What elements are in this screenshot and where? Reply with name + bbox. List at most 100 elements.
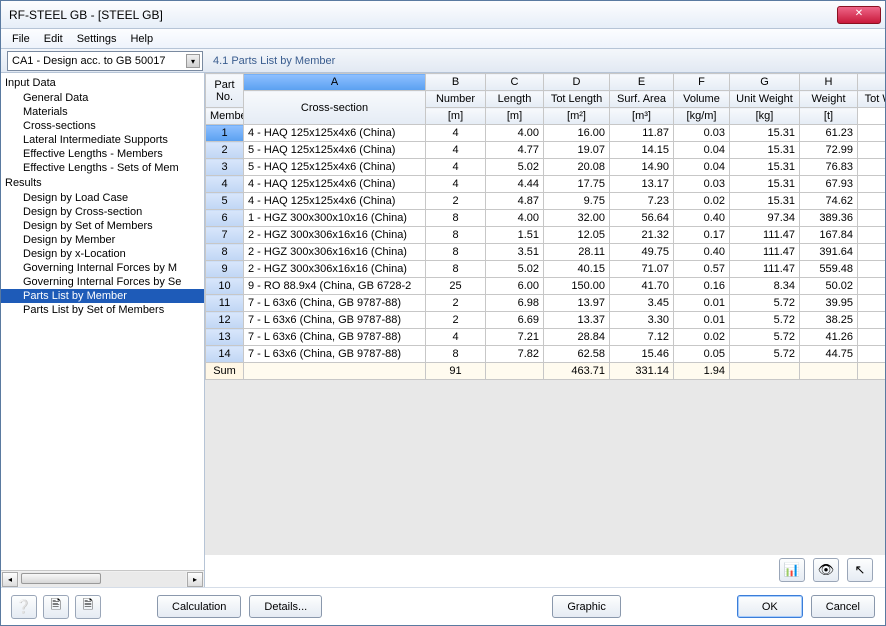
cell-tot[interactable]: 17.75 <box>544 176 610 193</box>
cell-tot[interactable]: 40.15 <box>544 261 610 278</box>
cell-num[interactable]: 8 <box>426 261 486 278</box>
cancel-button[interactable]: Cancel <box>811 595 875 618</box>
table-row[interactable]: 35 - HAQ 125x125x4x6 (China)45.0220.0814… <box>206 159 886 176</box>
help-icon[interactable]: ❔ <box>11 595 37 619</box>
cell-cs[interactable]: 2 - HGZ 300x306x16x16 (China) <box>244 227 426 244</box>
cell-surf[interactable]: 41.70 <box>610 278 674 295</box>
col-G[interactable]: G <box>730 74 800 91</box>
table-row[interactable]: 44 - HAQ 125x125x4x6 (China)44.4417.7513… <box>206 176 886 193</box>
sidebar-item[interactable]: Cross-sections <box>1 119 204 133</box>
cell-len[interactable]: 5.02 <box>486 261 544 278</box>
cell-cs[interactable]: 7 - L 63x6 (China, GB 9787-88) <box>244 346 426 363</box>
cell-uw[interactable]: 15.31 <box>730 159 800 176</box>
sidebar-item[interactable]: Design by Member <box>1 233 204 247</box>
cell-w[interactable]: 559.48 <box>800 261 858 278</box>
cell-uw[interactable]: 111.47 <box>730 244 800 261</box>
cell-num[interactable]: 4 <box>426 159 486 176</box>
cell-uw[interactable]: 5.72 <box>730 312 800 329</box>
scroll-thumb[interactable] <box>21 573 101 584</box>
cell-num[interactable]: 4 <box>426 329 486 346</box>
cell-tot[interactable]: 28.84 <box>544 329 610 346</box>
cell-surf[interactable]: 3.30 <box>610 312 674 329</box>
col-C[interactable]: C <box>486 74 544 91</box>
table-row[interactable]: 92 - HGZ 300x306x16x16 (China)85.0240.15… <box>206 261 886 278</box>
sidebar-item[interactable]: Governing Internal Forces by M <box>1 261 204 275</box>
cell-num[interactable]: 2 <box>426 193 486 210</box>
sidebar-item[interactable]: Lateral Intermediate Supports <box>1 133 204 147</box>
view-icon[interactable]: 👁 <box>813 558 839 582</box>
row-number[interactable]: 11 <box>206 295 244 312</box>
sidebar-item[interactable]: Effective Lengths - Members <box>1 147 204 161</box>
cell-vol[interactable]: 0.02 <box>674 193 730 210</box>
cell-tot[interactable]: 62.58 <box>544 346 610 363</box>
row-number[interactable]: 1 <box>206 125 244 142</box>
cell-surf[interactable]: 71.07 <box>610 261 674 278</box>
cell-vol[interactable]: 0.16 <box>674 278 730 295</box>
filter-icon[interactable]: 📊 <box>779 558 805 582</box>
sidebar-item[interactable]: Design by Load Case <box>1 191 204 205</box>
calculation-button[interactable]: Calculation <box>157 595 241 618</box>
cell-surf[interactable]: 15.46 <box>610 346 674 363</box>
graphic-button[interactable]: Graphic <box>552 595 621 618</box>
row-number[interactable]: 10 <box>206 278 244 295</box>
cell-num[interactable]: 2 <box>426 295 486 312</box>
sidebar-item[interactable]: Parts List by Member <box>1 289 204 303</box>
cell-w[interactable]: 76.83 <box>800 159 858 176</box>
cell-surf[interactable]: 21.32 <box>610 227 674 244</box>
cell-w[interactable]: 167.84 <box>800 227 858 244</box>
cell-uw[interactable]: 111.47 <box>730 227 800 244</box>
cell-tot[interactable]: 13.37 <box>544 312 610 329</box>
scroll-right-icon[interactable]: ▸ <box>187 572 203 587</box>
cell-num[interactable]: 8 <box>426 227 486 244</box>
cell-uw[interactable]: 5.72 <box>730 346 800 363</box>
row-number[interactable]: 5 <box>206 193 244 210</box>
group-input-data[interactable]: Input Data <box>1 75 204 91</box>
table-row[interactable]: 109 - RO 88.9x4 (China, GB 6728-2256.001… <box>206 278 886 295</box>
cell-num[interactable]: 25 <box>426 278 486 295</box>
col-w[interactable]: Weight <box>800 91 858 108</box>
cell-uw[interactable]: 5.72 <box>730 295 800 312</box>
cell-tw[interactable]: 0.149 <box>858 193 886 210</box>
cell-surf[interactable]: 7.12 <box>610 329 674 346</box>
col-B[interactable]: B <box>426 74 486 91</box>
cell-uw[interactable]: 111.47 <box>730 261 800 278</box>
cell-cs[interactable]: 7 - L 63x6 (China, GB 9787-88) <box>244 329 426 346</box>
sidebar-item[interactable]: Design by Cross-section <box>1 205 204 219</box>
cell-w[interactable]: 39.95 <box>800 295 858 312</box>
row-number[interactable]: 4 <box>206 176 244 193</box>
cell-tw[interactable]: 0.307 <box>858 159 886 176</box>
group-results[interactable]: Results <box>1 175 204 191</box>
cell-surf[interactable]: 56.64 <box>610 210 674 227</box>
cell-vol[interactable]: 0.03 <box>674 125 730 142</box>
row-number[interactable]: 12 <box>206 312 244 329</box>
col-F[interactable]: F <box>674 74 730 91</box>
cell-tw[interactable]: 1.343 <box>858 227 886 244</box>
cell-surf[interactable]: 14.90 <box>610 159 674 176</box>
cell-tw[interactable]: 4.476 <box>858 261 886 278</box>
cell-tw[interactable]: 3.115 <box>858 210 886 227</box>
cell-cs[interactable]: 5 - HAQ 125x125x4x6 (China) <box>244 159 426 176</box>
cell-tot[interactable]: 150.00 <box>544 278 610 295</box>
col-A[interactable]: A <box>244 74 426 91</box>
row-number[interactable]: 6 <box>206 210 244 227</box>
col-length[interactable]: Length <box>486 91 544 108</box>
cell-tw[interactable]: 0.245 <box>858 125 886 142</box>
cell-surf[interactable]: 7.23 <box>610 193 674 210</box>
sidebar-item[interactable]: Design by Set of Members <box>1 219 204 233</box>
cell-num[interactable]: 4 <box>426 142 486 159</box>
cell-tot[interactable]: 9.75 <box>544 193 610 210</box>
cell-w[interactable]: 44.75 <box>800 346 858 363</box>
cell-tot[interactable]: 16.00 <box>544 125 610 142</box>
cell-uw[interactable]: 15.31 <box>730 193 800 210</box>
cell-w[interactable]: 74.62 <box>800 193 858 210</box>
cell-vol[interactable]: 0.17 <box>674 227 730 244</box>
row-number[interactable]: 2 <box>206 142 244 159</box>
cell-vol[interactable]: 0.02 <box>674 329 730 346</box>
table-row[interactable]: 72 - HGZ 300x306x16x16 (China)81.5112.05… <box>206 227 886 244</box>
row-number[interactable]: 9 <box>206 261 244 278</box>
cell-w[interactable]: 50.02 <box>800 278 858 295</box>
col-H[interactable]: H <box>800 74 858 91</box>
cell-vol[interactable]: 0.05 <box>674 346 730 363</box>
cell-tot[interactable]: 12.05 <box>544 227 610 244</box>
cell-len[interactable]: 4.87 <box>486 193 544 210</box>
